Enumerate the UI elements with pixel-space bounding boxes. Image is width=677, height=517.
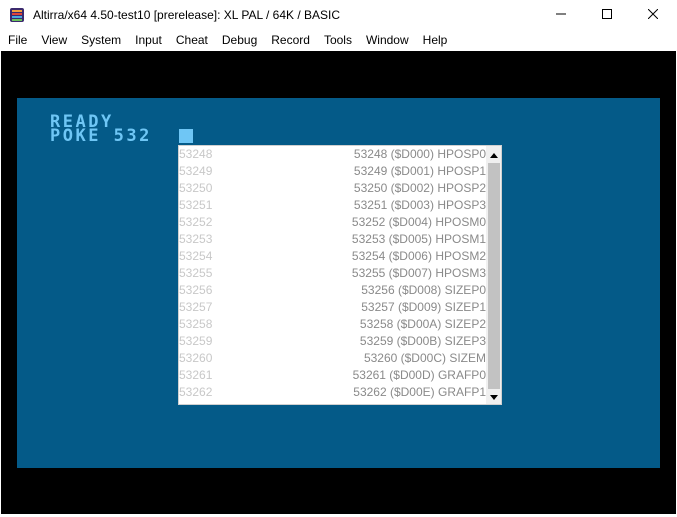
autocomplete-item[interactable]: 53261 53261 ($D00D) GRAFP0 bbox=[179, 367, 486, 384]
autocomplete-item-description: 53248 ($D000) HPOSP0 bbox=[353, 147, 486, 161]
popup-scrollbar[interactable] bbox=[486, 146, 501, 404]
autocomplete-item-value: 53263 bbox=[179, 401, 212, 404]
maximize-button[interactable] bbox=[584, 0, 630, 30]
menu-help[interactable]: Help bbox=[416, 30, 455, 50]
autocomplete-item-value: 53250 bbox=[179, 181, 213, 195]
autocomplete-item[interactable]: 53259 53259 ($D00B) SIZEP3 bbox=[179, 333, 486, 350]
autocomplete-item-value: 53249 bbox=[179, 164, 213, 178]
autocomplete-item[interactable]: 53257 53257 ($D009) SIZEP1 bbox=[179, 299, 486, 316]
autocomplete-item[interactable]: 53252 53252 ($D004) HPOSM0 bbox=[179, 214, 486, 231]
autocomplete-item-description: 53260 ($D00C) SIZEM bbox=[363, 351, 486, 365]
autocomplete-item[interactable]: 53255 53255 ($D007) HPOSM3 bbox=[179, 265, 486, 282]
minimize-icon bbox=[556, 6, 566, 24]
autocomplete-item-description: 53251 ($D003) HPOSP3 bbox=[353, 198, 486, 212]
autocomplete-item-description: 53256 ($D008) SIZEP0 bbox=[361, 283, 486, 297]
autocomplete-item[interactable]: 53250 53250 ($D002) HPOSP2 bbox=[179, 180, 486, 197]
autocomplete-list[interactable]: 53248 53248 ($D000) HPOSP0 53249 53249 ($D0… bbox=[179, 146, 486, 404]
menu-view[interactable]: View bbox=[34, 30, 74, 50]
autocomplete-item-value: 53253 bbox=[179, 232, 213, 246]
autocomplete-item-value: 53262 bbox=[179, 385, 213, 399]
autocomplete-item-description: 53252 ($D004) HPOSM0 bbox=[351, 215, 486, 229]
altirra-app-icon[interactable] bbox=[9, 7, 25, 23]
autocomplete-item-description: 53262 ($D00E) GRAFP1 bbox=[353, 385, 486, 399]
minimize-button[interactable] bbox=[538, 0, 584, 30]
autocomplete-item-value: 53254 bbox=[179, 249, 213, 263]
menu-bar: File View System Input Cheat Debug Recor… bbox=[0, 30, 677, 50]
menu-cheat[interactable]: Cheat bbox=[169, 30, 215, 50]
autocomplete-item-value: 53257 bbox=[179, 300, 213, 314]
scroll-down-arrow-icon bbox=[490, 387, 498, 404]
autocomplete-item[interactable]: 53263 53263 ($D00F) GRAFP2 bbox=[179, 401, 486, 404]
title-bar: Altirra/x64 4.50-test10 [prerelease]: XL… bbox=[0, 0, 677, 30]
window-title: Altirra/x64 4.50-test10 [prerelease]: XL… bbox=[33, 8, 341, 22]
input-line: POKE 532 bbox=[50, 126, 152, 146]
menu-file[interactable]: File bbox=[0, 30, 34, 50]
autocomplete-item-description: 53254 ($D006) HPOSM2 bbox=[351, 249, 486, 263]
autocomplete-item-value: 53258 bbox=[179, 317, 213, 331]
maximize-icon bbox=[602, 6, 612, 24]
autocomplete-item-value: 53260 bbox=[179, 351, 213, 365]
autocomplete-item-value: 53259 bbox=[179, 334, 213, 348]
autocomplete-item-description: 53253 ($D005) HPOSM1 bbox=[351, 232, 486, 246]
autocomplete-item-value: 53248 bbox=[179, 147, 213, 161]
menu-input[interactable]: Input bbox=[128, 30, 169, 50]
scroll-thumb[interactable] bbox=[488, 163, 500, 389]
menu-window[interactable]: Window bbox=[359, 30, 416, 50]
autocomplete-item[interactable]: 53262 53262 ($D00E) GRAFP1 bbox=[179, 384, 486, 401]
autocomplete-item-description: 53263 ($D00F) GRAFP2 bbox=[354, 401, 486, 404]
autocomplete-item-description: 53261 ($D00D) GRAFP0 bbox=[352, 368, 486, 382]
close-button[interactable] bbox=[630, 0, 676, 30]
autocomplete-item[interactable]: 53254 53254 ($D006) HPOSM2 bbox=[179, 248, 486, 265]
autocomplete-item-description: 53258 ($D00A) SIZEP2 bbox=[359, 317, 486, 331]
autocomplete-item[interactable]: 53258 53258 ($D00A) SIZEP2 bbox=[179, 316, 486, 333]
autocomplete-item[interactable]: 53248 53248 ($D000) HPOSP0 bbox=[179, 146, 486, 163]
autocomplete-item-description: 53257 ($D009) SIZEP1 bbox=[361, 300, 486, 314]
autocomplete-popup[interactable]: 53248 53248 ($D000) HPOSP0 53249 53249 ($D0… bbox=[178, 145, 502, 405]
menu-record[interactable]: Record bbox=[264, 30, 317, 50]
scroll-up-arrow-icon bbox=[490, 146, 498, 163]
autocomplete-item[interactable]: 53253 53253 ($D005) HPOSM1 bbox=[179, 231, 486, 248]
autocomplete-item-value: 53255 bbox=[179, 266, 213, 280]
close-icon bbox=[647, 6, 659, 24]
text-cursor bbox=[179, 129, 193, 143]
autocomplete-item-value: 53261 bbox=[179, 368, 213, 382]
menu-tools[interactable]: Tools bbox=[317, 30, 359, 50]
autocomplete-item[interactable]: 53256 53256 ($D008) SIZEP0 bbox=[179, 282, 486, 299]
autocomplete-item-value: 53252 bbox=[179, 215, 213, 229]
scroll-up-button[interactable] bbox=[486, 146, 501, 163]
scroll-down-button[interactable] bbox=[486, 387, 501, 404]
autocomplete-item[interactable]: 53251 53251 ($D003) HPOSP3 bbox=[179, 197, 486, 214]
autocomplete-item-description: 53249 ($D001) HPOSP1 bbox=[353, 164, 486, 178]
menu-debug[interactable]: Debug bbox=[215, 30, 264, 50]
autocomplete-item-description: 53259 ($D00B) SIZEP3 bbox=[359, 334, 486, 348]
autocomplete-item[interactable]: 53249 53249 ($D001) HPOSP1 bbox=[179, 163, 486, 180]
autocomplete-item[interactable]: 53260 53260 ($D00C) SIZEM bbox=[179, 350, 486, 367]
autocomplete-item-value: 53256 bbox=[179, 283, 213, 297]
autocomplete-item-value: 53251 bbox=[179, 198, 213, 212]
menu-system[interactable]: System bbox=[74, 30, 128, 50]
autocomplete-item-description: 53255 ($D007) HPOSM3 bbox=[351, 266, 486, 280]
autocomplete-item-description: 53250 ($D002) HPOSP2 bbox=[353, 181, 486, 195]
